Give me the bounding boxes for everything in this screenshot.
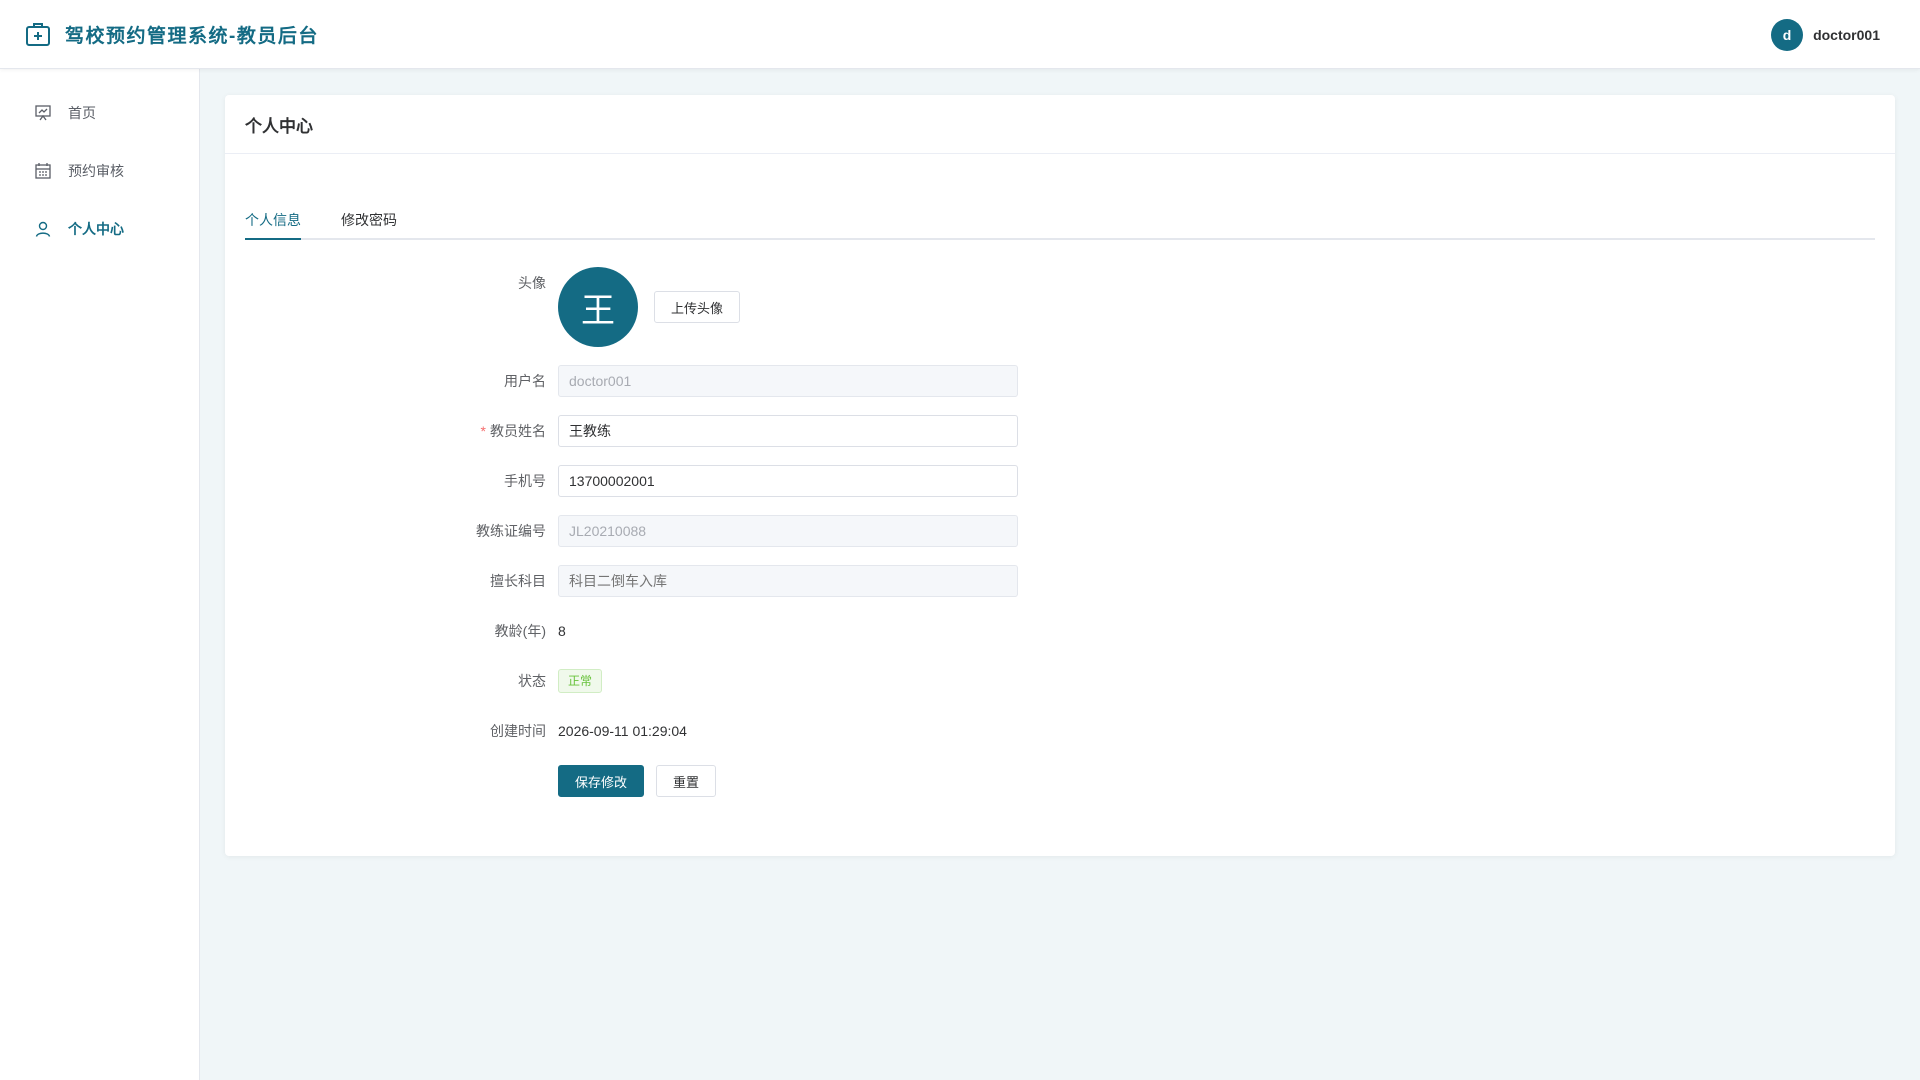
license-no-input[interactable] [558, 515, 1018, 547]
teaching-years-label: 教龄(年) [494, 623, 546, 639]
license-no-label: 教练证编号 [476, 523, 546, 539]
form-row-teaching-years: 教龄(年) 8 [225, 615, 1895, 647]
specialty-label: 擅长科目 [490, 573, 546, 589]
specialty-input[interactable] [558, 565, 1018, 597]
sidebar-item-personal-center[interactable]: 个人中心 [0, 200, 199, 258]
app-title: 驾校预约管理系统-教员后台 [65, 25, 319, 47]
sidebar-item-label: 个人中心 [68, 221, 124, 237]
calendar-icon [35, 163, 51, 179]
form-row-phone: 手机号 [225, 465, 1895, 497]
tab-change-password[interactable]: 修改密码 [341, 200, 397, 240]
avatar-label: 头像 [518, 275, 546, 291]
form-actions: 保存修改 重置 [225, 765, 1895, 797]
top-header: 驾校预约管理系统-教员后台 d doctor001 [0, 0, 1920, 69]
user-icon [35, 221, 51, 237]
created-at-label: 创建时间 [490, 723, 546, 739]
profile-avatar: 王 [558, 267, 638, 347]
presentation-board-icon [35, 105, 51, 121]
avatar-control: 王 上传头像 [558, 267, 741, 347]
form-row-license-no: 教练证编号 [225, 515, 1895, 547]
username-input[interactable] [558, 365, 1018, 397]
avatar[interactable]: d [1771, 18, 1804, 51]
status-label: 状态 [518, 673, 546, 689]
upload-avatar-button[interactable]: 上传头像 [654, 291, 741, 323]
form-row-created-at: 创建时间 2026-09-11 01:29:04 [225, 715, 1895, 747]
username-label: 用户名 [504, 373, 546, 389]
coach-name-input[interactable] [558, 415, 1018, 447]
tab-personal-info[interactable]: 个人信息 [245, 200, 301, 240]
form-row-username: 用户名 [225, 365, 1895, 397]
form-row-specialty: 擅长科目 [225, 565, 1895, 597]
form-row-status: 状态 正常 [225, 665, 1895, 697]
brand: 驾校预约管理系统-教员后台 [25, 21, 319, 48]
coach-name-label-text: 教员姓名 [490, 423, 546, 439]
phone-label: 手机号 [504, 473, 546, 489]
sidebar-item-label: 首页 [68, 105, 96, 121]
sidebar-item-home[interactable]: 首页 [0, 84, 199, 142]
medical-kit-icon [26, 23, 50, 46]
coach-name-label: * 教员姓名 [225, 421, 558, 441]
status-badge: 正常 [558, 669, 603, 693]
sidebar-item-appointment-review[interactable]: 预约审核 [0, 142, 199, 200]
reset-button[interactable]: 重置 [656, 765, 717, 797]
user-menu[interactable]: d doctor001 [1771, 0, 1880, 69]
sidebar: 首页 预约审核 个人中心 [0, 69, 200, 1080]
active-tab-indicator [245, 238, 301, 240]
personal-center-card: 个人中心 个人信息 修改密码 头像 王 上传头像 用户名 *教员姓名 手机号 教… [225, 95, 1895, 856]
created-at-value: 2026-09-11 01:29:04 [558, 723, 687, 739]
sidebar-item-label: 预约审核 [68, 163, 124, 179]
phone-input[interactable] [558, 465, 1018, 497]
required-star: * [480, 423, 486, 439]
form-row-coach-name: * 教员姓名 [225, 415, 1895, 447]
teaching-years-value: 8 [558, 623, 566, 639]
save-button[interactable]: 保存修改 [558, 765, 645, 797]
tab-bar: 个人信息 修改密码 [245, 200, 1875, 240]
form-row-avatar: 头像 王 上传头像 [225, 267, 1895, 347]
page-title: 个人中心 [225, 95, 1895, 154]
user-name[interactable]: doctor001 [1813, 27, 1880, 43]
